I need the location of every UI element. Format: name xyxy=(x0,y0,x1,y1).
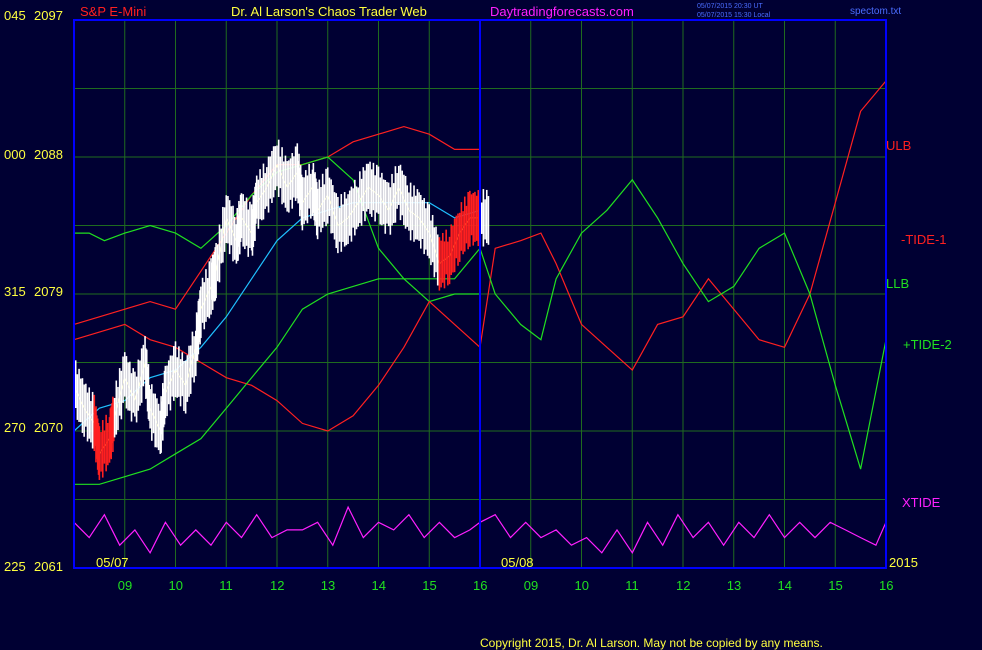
y-left-label: 225 xyxy=(4,559,26,574)
label-tide-2: +TIDE-2 xyxy=(903,337,952,352)
x-tick-label: 12 xyxy=(676,578,690,593)
year-label: 2015 xyxy=(889,555,918,570)
x-tick-label: 10 xyxy=(575,578,589,593)
y-left-label: 000 xyxy=(4,147,26,162)
chart: S&P E-Mini Dr. Al Larson's Chaos Trader … xyxy=(0,0,982,650)
x-tick-label: 09 xyxy=(524,578,538,593)
file-name: spectom.txt xyxy=(850,6,901,17)
x-tick-label: 16 xyxy=(473,578,487,593)
chart-background xyxy=(0,0,982,650)
label-ulb: ULB xyxy=(886,138,911,153)
y-tick-label: 2061 xyxy=(34,559,63,574)
x-tick-label: 13 xyxy=(321,578,335,593)
label-tide-1: -TIDE-1 xyxy=(901,232,947,247)
x-tick-label: 11 xyxy=(625,578,639,593)
date-label-day2: 05/08 xyxy=(501,555,534,570)
header-title: Dr. Al Larson's Chaos Trader Web xyxy=(231,4,427,19)
x-tick-label: 09 xyxy=(118,578,132,593)
x-tick-label: 12 xyxy=(270,578,284,593)
label-llb: LLB xyxy=(886,276,909,291)
date-label-day1: 05/07 xyxy=(96,555,129,570)
x-tick-label: 13 xyxy=(727,578,741,593)
site-link[interactable]: Daytradingforecasts.com xyxy=(490,4,634,19)
timestamp-local: 05/07/2015 15:30 Local xyxy=(697,12,771,19)
y-tick-label: 2097 xyxy=(34,8,63,23)
y-tick-label: 2079 xyxy=(34,284,63,299)
y-tick-label: 2088 xyxy=(34,147,63,162)
x-tick-label: 11 xyxy=(219,578,233,593)
y-tick-label: 2070 xyxy=(34,420,63,435)
x-tick-label: 16 xyxy=(879,578,893,593)
y-left-label: 315 xyxy=(4,284,26,299)
label-xtide: XTIDE xyxy=(902,495,941,510)
x-tick-label: 10 xyxy=(169,578,183,593)
x-tick-label: 15 xyxy=(828,578,842,593)
y-left-label: 045 xyxy=(4,8,26,23)
instrument-label: S&P E-Mini xyxy=(80,4,146,19)
copyright: Copyright 2015, Dr. Al Larson. May not b… xyxy=(480,636,823,650)
y-left-label: 270 xyxy=(4,420,26,435)
x-tick-label: 14 xyxy=(778,578,792,593)
timestamp-utc: 05/07/2015 20:30 UT xyxy=(697,3,763,10)
x-tick-label: 14 xyxy=(372,578,386,593)
x-tick-label: 15 xyxy=(422,578,436,593)
